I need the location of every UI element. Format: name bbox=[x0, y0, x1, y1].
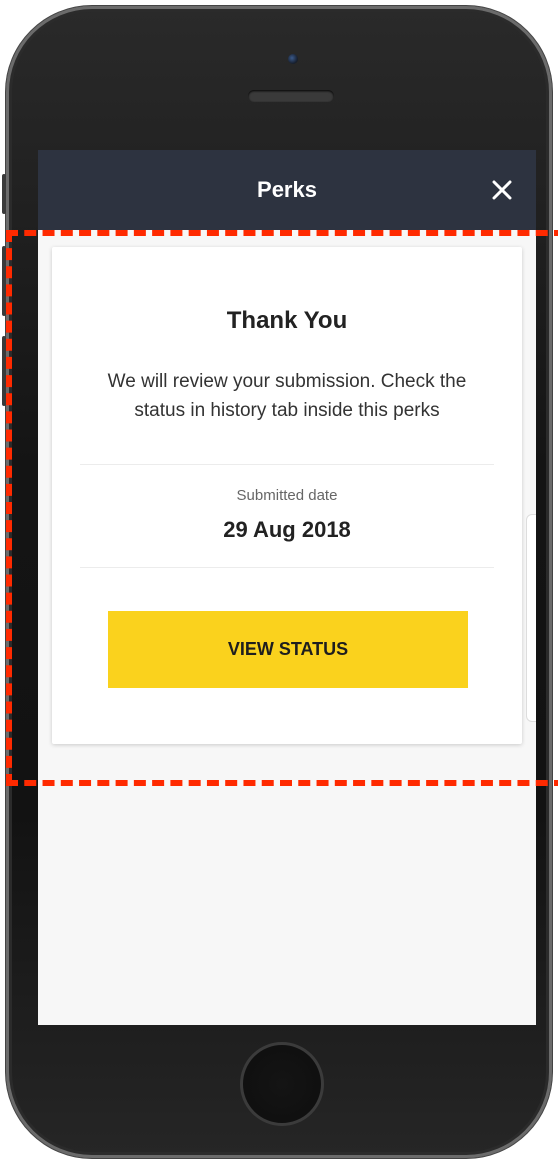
divider-top bbox=[80, 464, 494, 465]
mute-switch bbox=[2, 174, 6, 214]
submitted-date-value: 29 Aug 2018 bbox=[223, 517, 351, 542]
home-button[interactable] bbox=[240, 1042, 324, 1126]
submitted-date-label: Submitted date bbox=[236, 487, 338, 504]
front-camera bbox=[288, 54, 298, 64]
thank-you-title: Thank You bbox=[226, 307, 348, 334]
volume-up-button bbox=[2, 246, 6, 316]
header-bar: Perks bbox=[38, 150, 536, 230]
close-icon bbox=[492, 180, 512, 200]
divider-bottom bbox=[80, 567, 494, 568]
earpiece-speaker bbox=[248, 90, 334, 102]
page-title: Perks bbox=[257, 177, 317, 202]
next-card-peek bbox=[526, 514, 536, 722]
app-screen: Perks Thank You We will review your subm… bbox=[38, 150, 536, 1025]
close-button[interactable] bbox=[488, 176, 516, 204]
thank-you-card: Thank You We will review your submission… bbox=[52, 247, 522, 744]
volume-down-button bbox=[2, 336, 6, 406]
view-status-button[interactable]: VIEW STATUS bbox=[108, 611, 468, 688]
submission-message: We will review your submission. Check th… bbox=[107, 371, 467, 421]
